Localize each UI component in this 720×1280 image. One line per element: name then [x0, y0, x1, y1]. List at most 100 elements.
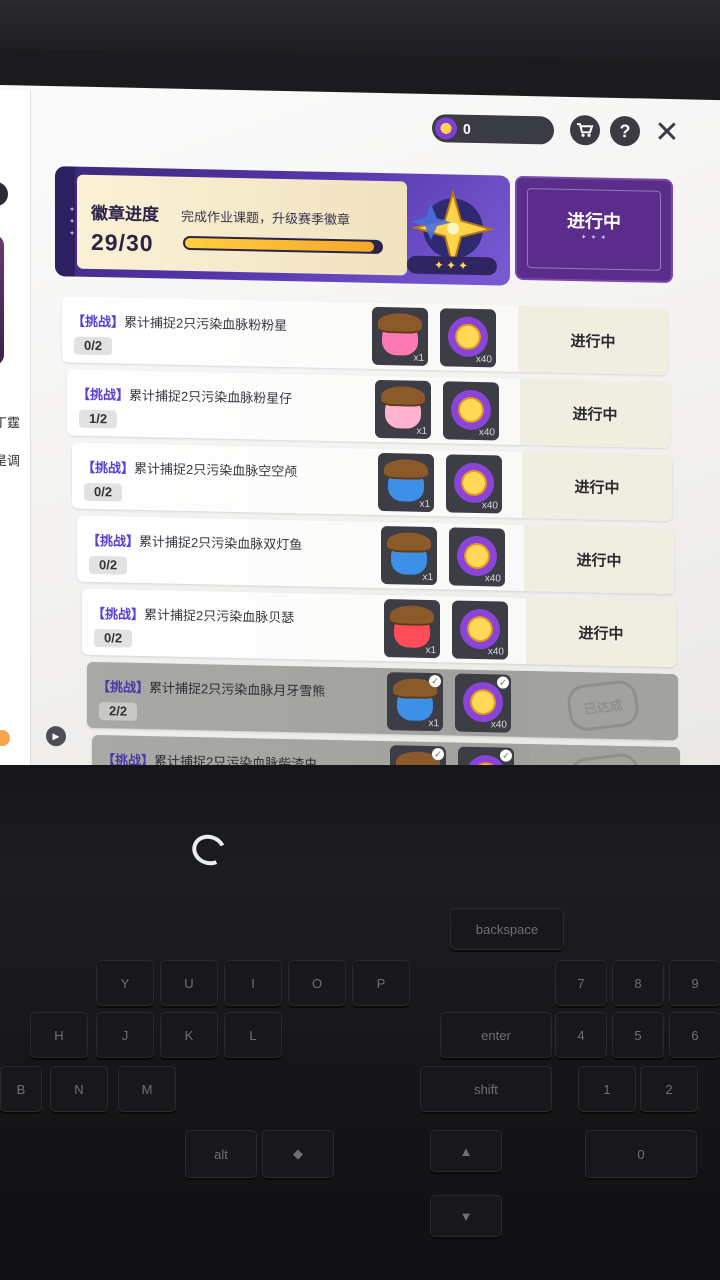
task-status[interactable]: 进行中	[522, 451, 672, 522]
key-alt[interactable]: alt	[185, 1130, 257, 1178]
task-title: 【挑战】累计捕捉2只污染血脉空空颅	[82, 457, 297, 481]
task-row[interactable]: 【挑战】累计捕捉2只污染血脉贝瑟 0/2 x1 x40 进行中	[82, 588, 676, 668]
reward-acorn-item[interactable]: x1	[378, 452, 434, 513]
help-icon[interactable]: ?	[0, 181, 8, 207]
shop-cart-icon[interactable]	[570, 114, 600, 146]
key-backspace[interactable]: backspace	[450, 908, 564, 950]
task-row[interactable]: 【挑战】累计捕捉2只污染血脉粉粉星 0/2 x1 x40 进行中	[62, 296, 668, 375]
key-j[interactable]: J	[96, 1012, 154, 1058]
key-u[interactable]: U	[160, 960, 218, 1006]
key-h[interactable]: H	[30, 1012, 88, 1058]
reward-quantity: x1	[419, 498, 430, 511]
task-progress: 0/2	[74, 336, 113, 356]
reward-acorn-item[interactable]: x1	[384, 599, 440, 659]
key-i[interactable]: I	[224, 960, 282, 1006]
task-tag: 【挑战】	[97, 679, 150, 696]
task-row[interactable]: 【挑战】累计捕捉2只污染血脉月牙雪熊 2/2 x1 ✓ x40 ✓ 已达成	[87, 661, 678, 741]
currency-display[interactable]: 0	[432, 114, 554, 145]
key-shift[interactable]: shift	[420, 1066, 552, 1112]
coin-icon	[451, 389, 491, 431]
key-5[interactable]: 5	[612, 1012, 664, 1058]
check-icon: ✓	[432, 748, 444, 761]
reward-coin-item[interactable]: x40	[446, 454, 502, 514]
task-text: 累计捕捉2只污染血脉空空颅	[134, 460, 298, 480]
check-icon: ✓	[497, 676, 509, 689]
task-tag: 【挑战】	[87, 532, 140, 549]
coin-icon	[454, 462, 494, 504]
task-row[interactable]: 【挑战】累计捕捉2只污染血脉空空颅 0/2 x1 x40 进行中	[72, 442, 672, 522]
reward-acorn-item[interactable]: x1 ✓	[387, 672, 443, 732]
key-o[interactable]: O	[288, 960, 346, 1006]
play-icon[interactable]: ▶	[46, 725, 66, 747]
badge-progress-fill	[185, 237, 375, 252]
reward-acorn-item[interactable]: x1	[372, 306, 428, 366]
task-row[interactable]: 【挑战】累计捕捉2只污染血脉粉星仔 1/2 x1 x40 进行中	[67, 369, 670, 449]
keyboard: backspace Y U I O P 7 8 9 H J K L enter …	[0, 880, 720, 1280]
coin-icon	[460, 608, 500, 650]
task-title: 【挑战】累计捕捉2只污染血脉粉粉星	[72, 311, 287, 335]
badge-description: 完成作业课题，升级赛季徽章	[181, 208, 351, 228]
reward-quantity: x40	[484, 573, 501, 585]
task-status[interactable]: 进行中	[524, 524, 674, 595]
acorn-cap-icon	[384, 459, 428, 480]
check-icon: ✓	[429, 674, 441, 688]
task-progress: 1/2	[79, 409, 118, 429]
key-1-end[interactable]: 1	[578, 1066, 636, 1112]
key-2[interactable]: 2	[640, 1066, 698, 1112]
coin-icon	[463, 681, 503, 723]
reward-acorn-item[interactable]: x1	[381, 525, 437, 586]
key-k[interactable]: K	[160, 1012, 218, 1058]
key-0[interactable]: 0	[585, 1130, 697, 1178]
side-text-1: 丁霆	[0, 414, 21, 431]
badge-progress-text: 29/30	[91, 228, 154, 257]
reward-quantity: x1	[413, 352, 424, 364]
coin-icon	[457, 535, 497, 577]
key-l[interactable]: L	[224, 1012, 282, 1058]
key-arrow-down[interactable]: ▼	[430, 1195, 502, 1237]
task-row[interactable]: 【挑战】累计捕捉2只污染血脉双灯鱼 0/2 x1 x40 进行中	[77, 515, 674, 595]
close-icon[interactable]: ✕	[652, 115, 682, 149]
reward-coin-item[interactable]: x40 ✓	[455, 673, 511, 733]
key-6[interactable]: 6	[669, 1012, 720, 1058]
reward-quantity: x1	[428, 717, 439, 730]
task-tag: 【挑战】	[92, 605, 145, 623]
reward-quantity: x1	[422, 571, 433, 584]
reward-acorn-item[interactable]: x1	[375, 379, 431, 440]
help-button-icon[interactable]: ?	[610, 115, 640, 147]
key-8[interactable]: 8	[612, 960, 664, 1006]
key-p[interactable]: P	[352, 960, 410, 1006]
reward-coin-item[interactable]: x40	[452, 600, 508, 660]
side-card[interactable]	[0, 234, 4, 366]
badge-title: 徽章进度	[91, 203, 159, 225]
key-arrow-up[interactable]: ▲	[430, 1130, 502, 1172]
task-status[interactable]: 进行中	[520, 378, 670, 449]
badge-status: 进行中	[567, 210, 621, 233]
badge-progress-banner: ✦ ✦ ✦ 徽章进度 完成作业课题，升级赛季徽章 29/30 ✦✦✦	[55, 166, 510, 286]
key-enter[interactable]: enter	[440, 1012, 552, 1058]
task-text: 累计捕捉2只污染血脉粉星仔	[129, 387, 293, 407]
task-status[interactable]: 进行中	[518, 305, 668, 375]
currency-amount: 0	[463, 120, 471, 137]
badge-status-card[interactable]: 进行中 ✦ ✦ ✦	[515, 175, 673, 284]
reward-coin-item[interactable]: x40	[440, 308, 496, 368]
key-7-home[interactable]: 7	[555, 960, 607, 1006]
acorn-cap-icon	[387, 532, 431, 554]
reward-coin-item[interactable]: x40	[443, 381, 499, 441]
task-text: 累计捕捉2只污染血脉粉粉星	[124, 314, 288, 334]
reward-coin-item[interactable]: x40	[449, 527, 505, 587]
key-4[interactable]: 4	[555, 1012, 607, 1058]
copilot-key-icon[interactable]: ◆	[262, 1130, 334, 1178]
key-9-pgup[interactable]: 9	[669, 960, 720, 1006]
key-y[interactable]: Y	[96, 960, 154, 1006]
acorn-cap-icon	[390, 605, 434, 627]
task-text: 累计捕捉2只污染血脉月牙雪熊	[149, 680, 326, 699]
key-n[interactable]: N	[50, 1066, 108, 1112]
reward-quantity: x1	[425, 644, 436, 657]
key-m[interactable]: M	[118, 1066, 176, 1112]
task-title: 【挑战】累计捕捉2只污染血脉双灯鱼	[87, 530, 302, 554]
acorn-cap-icon	[381, 385, 425, 407]
task-status[interactable]: 进行中	[526, 598, 676, 668]
check-icon: ✓	[500, 749, 512, 762]
star-icon[interactable]	[0, 729, 10, 747]
key-b[interactable]: B	[0, 1066, 42, 1112]
